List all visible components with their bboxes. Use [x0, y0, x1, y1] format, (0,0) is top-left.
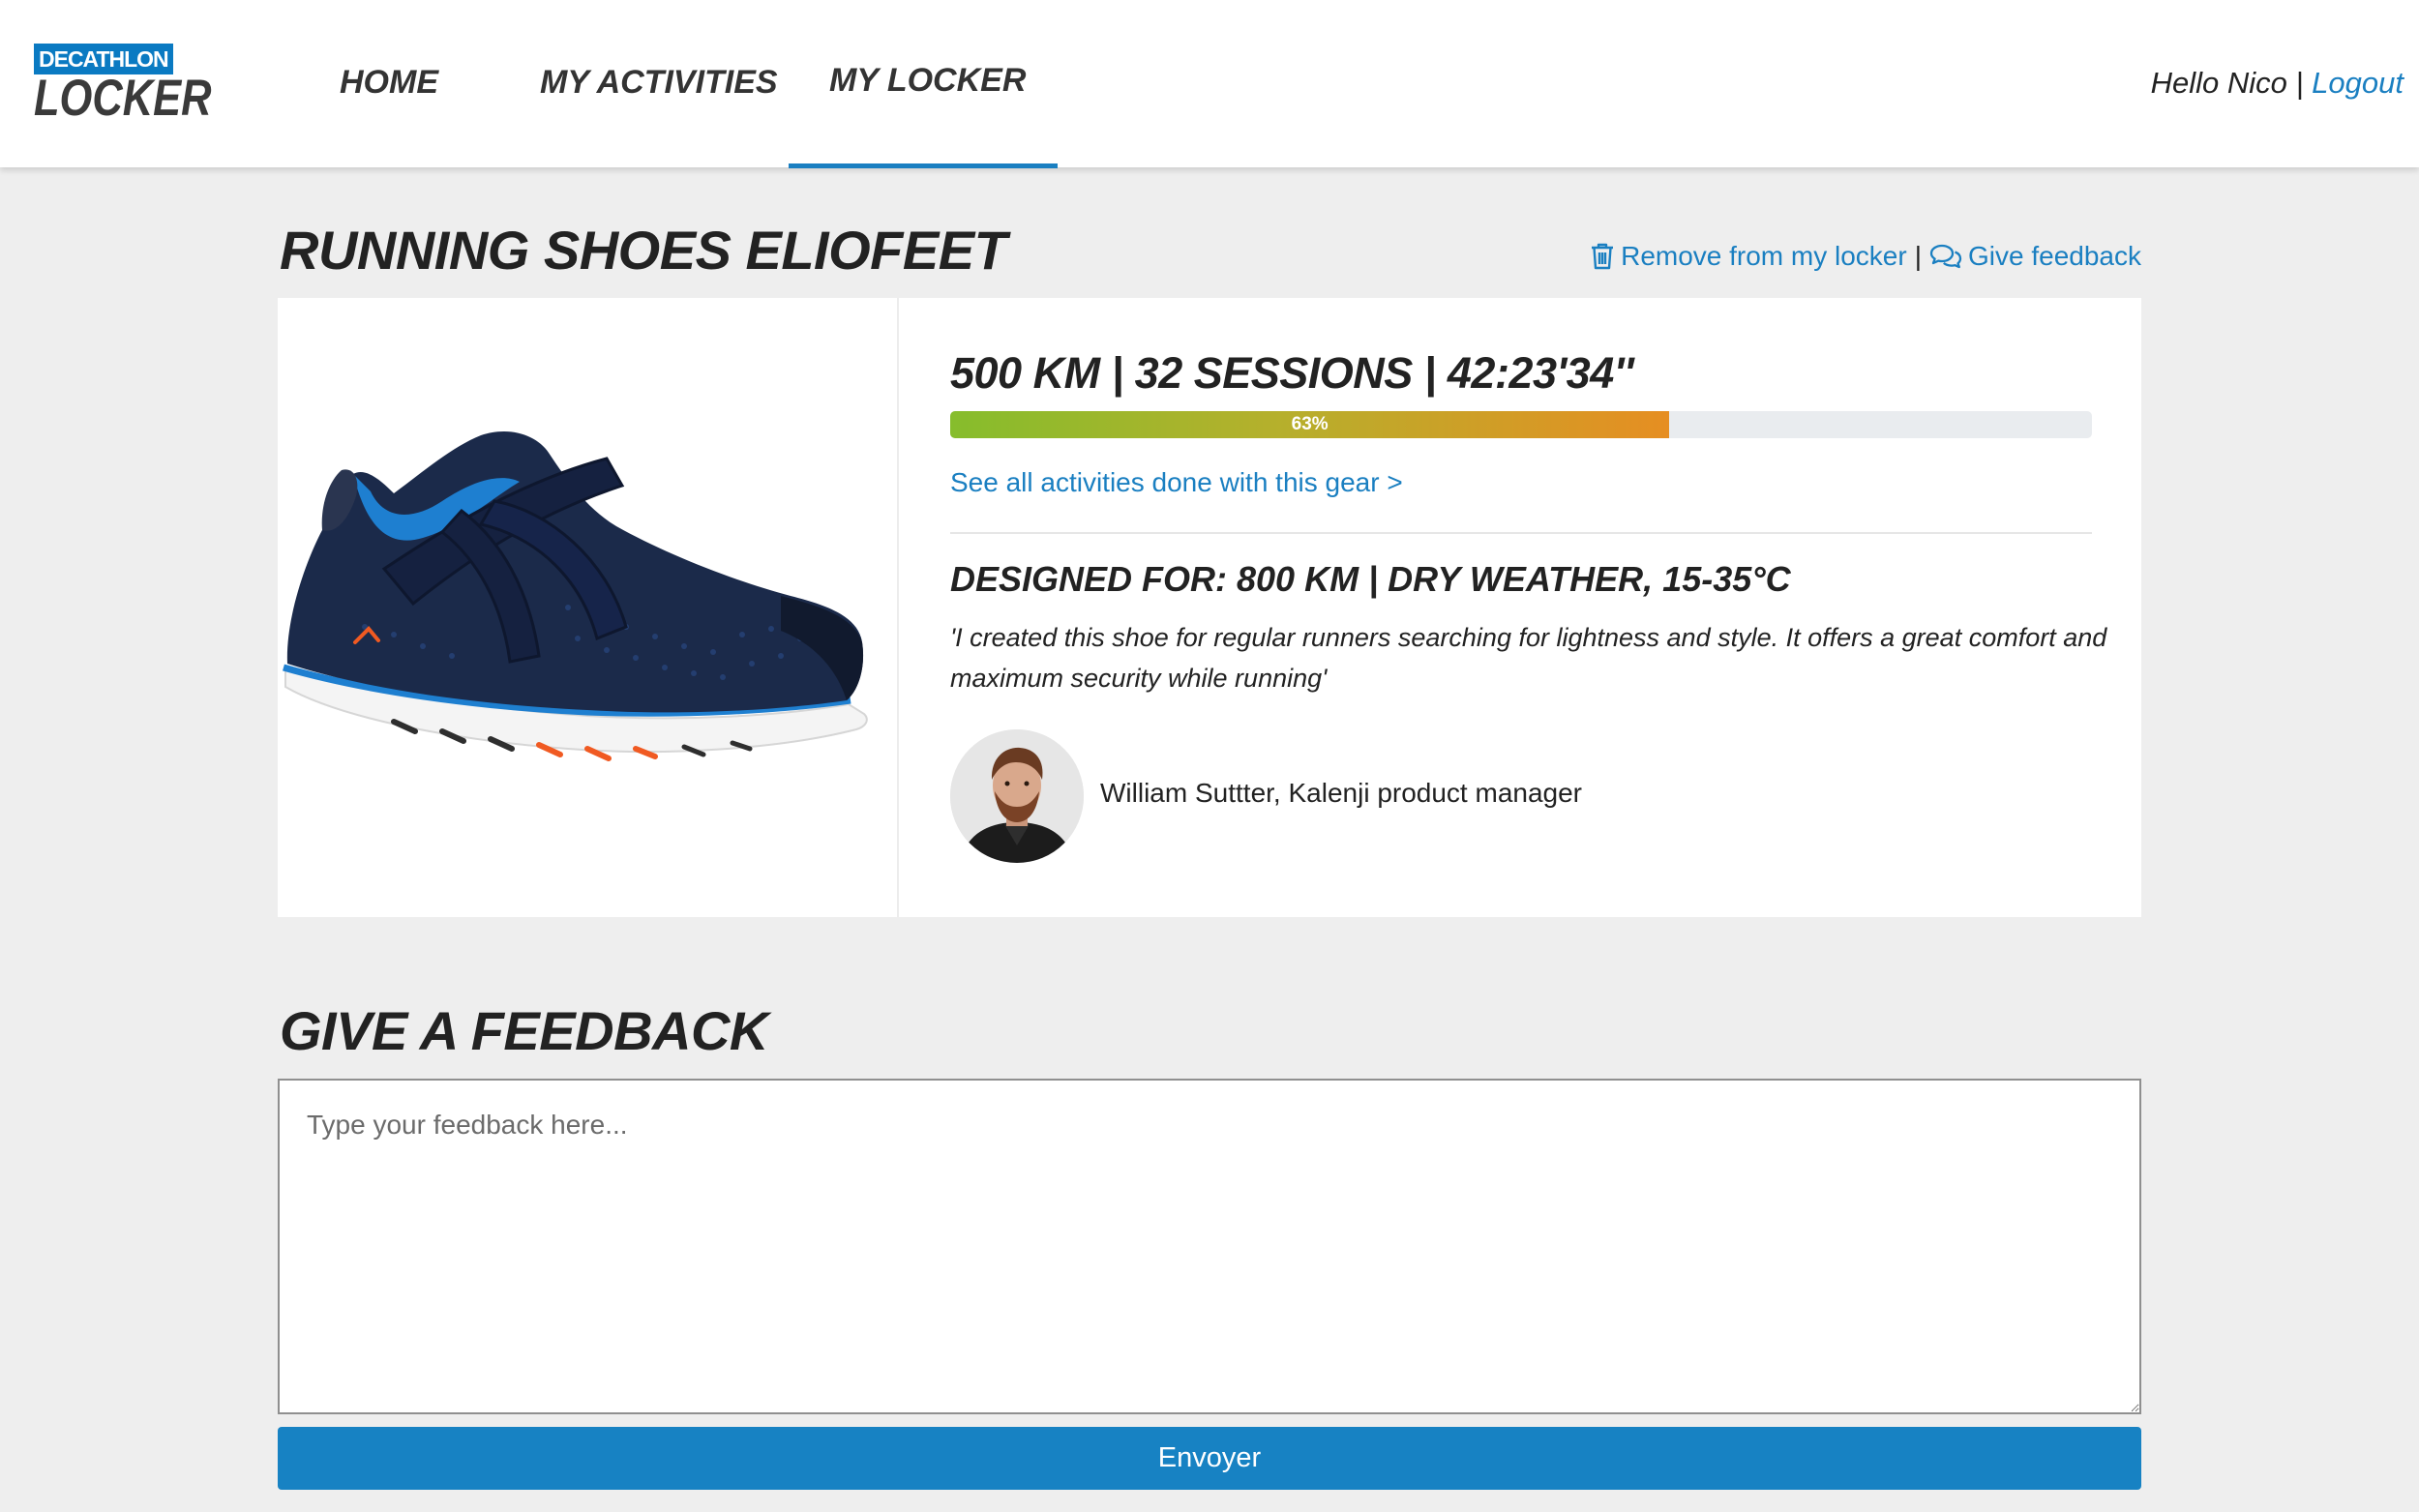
give-feedback-label: Give feedback: [1968, 241, 2141, 271]
manager-avatar: [950, 729, 1084, 863]
section-divider: [950, 532, 2092, 534]
wear-progress-fill: 63%: [950, 411, 1670, 438]
product-card: 500 KM | 32 SESSIONS | 42:23'34'' 63% Se…: [278, 298, 2141, 917]
manager-caption: William Suttter, Kalenji product manager: [1100, 778, 1582, 808]
user-area: Hello Nico | Logout: [2151, 66, 2404, 101]
decathlon-locker-logo[interactable]: DECATHLON LOCKER: [34, 44, 251, 124]
actions-separator: |: [1914, 241, 1922, 271]
usage-stats: 500 KM | 32 SESSIONS | 42:23'34'': [950, 348, 1634, 398]
see-all-activities-link[interactable]: See all activities done with this gear >: [950, 467, 1403, 498]
nav-my-locker[interactable]: MY LOCKER: [829, 62, 1026, 100]
wear-progress-label: 63%: [1291, 414, 1329, 434]
designed-for-heading: DESIGNED FOR: 800 KM | DRY WEATHER, 15-3…: [950, 559, 1791, 599]
remove-from-locker-link[interactable]: Remove from my locker: [1590, 241, 1907, 272]
running-shoe-image: [278, 414, 897, 801]
wear-progress-bar: 63%: [950, 411, 2092, 438]
remove-label: Remove from my locker: [1621, 241, 1907, 271]
submit-feedback-button[interactable]: Envoyer: [278, 1427, 2141, 1490]
give-feedback-link[interactable]: Give feedback: [1929, 241, 2141, 272]
feedback-textarea[interactable]: [278, 1079, 2141, 1414]
card-divider: [897, 298, 899, 917]
product-actions: Remove from my locker | Give feedback: [1590, 241, 2141, 272]
user-separator: |: [2295, 66, 2304, 100]
top-navbar: DECATHLON LOCKER HOME MY ACTIVITIES MY L…: [0, 0, 2419, 168]
user-greeting: Hello Nico: [2150, 66, 2287, 100]
trash-icon: [1592, 243, 1614, 270]
chat-bubbles-icon: [1929, 244, 1962, 269]
nav-home[interactable]: HOME: [340, 64, 438, 102]
nav-active-indicator: [789, 163, 1058, 168]
logout-link[interactable]: Logout: [2312, 66, 2404, 100]
product-title: RUNNING SHOES ELIOFEET: [280, 220, 1007, 281]
logo-wordmark: LOCKER: [34, 70, 212, 127]
product-manager-quote: 'I created this shoe for regular runners…: [950, 623, 2107, 693]
nav-my-activities[interactable]: MY ACTIVITIES: [540, 64, 778, 102]
feedback-section-title: GIVE A FEEDBACK: [280, 1000, 768, 1061]
